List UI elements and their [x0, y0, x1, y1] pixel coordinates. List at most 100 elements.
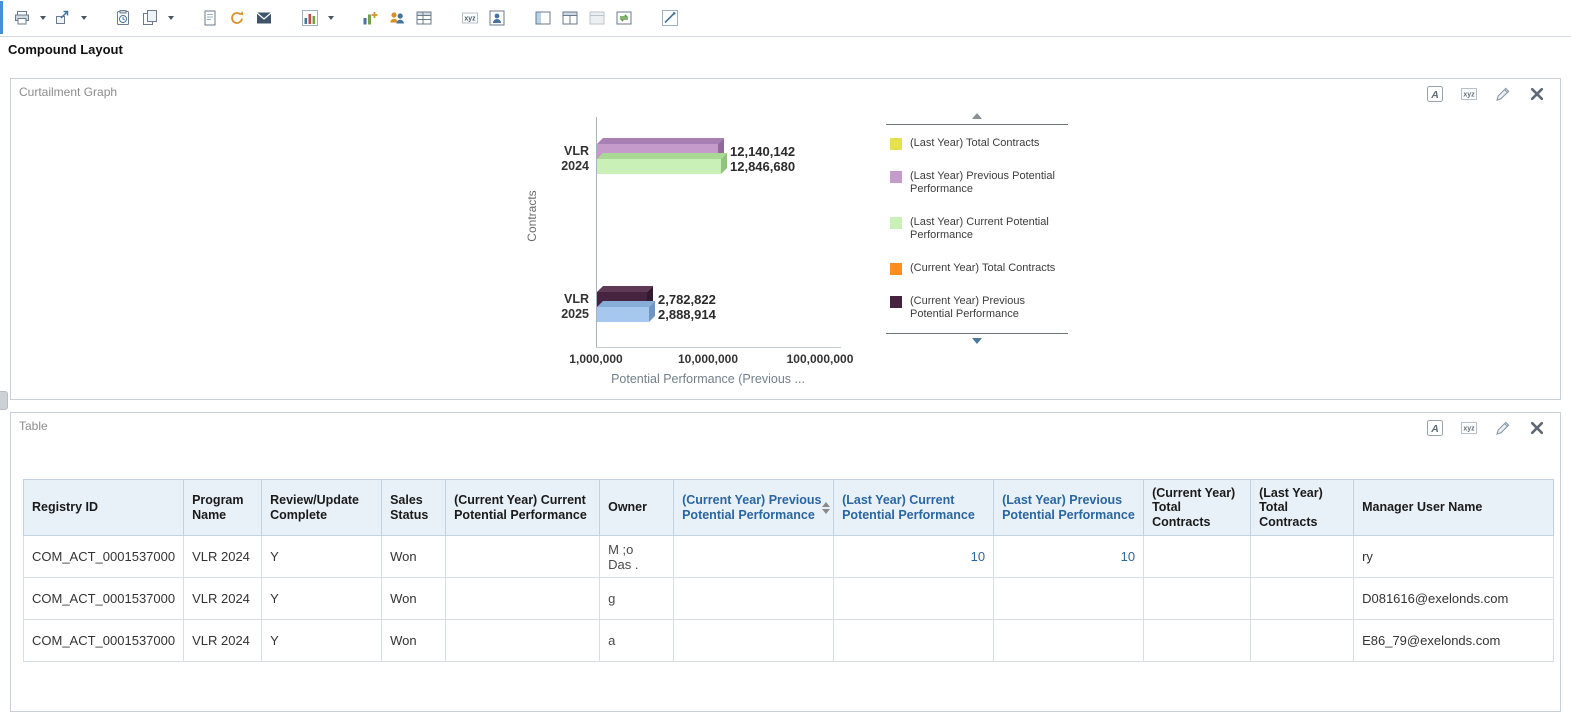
toolbar-group-gap	[514, 8, 526, 28]
refresh-icon[interactable]	[227, 8, 247, 28]
legend-item: (Last Year) Current Potential Performanc…	[890, 216, 1068, 242]
remove-view-icon[interactable]	[1528, 419, 1546, 437]
results-table: Registry ID Program Name Review/Update Com…	[22, 478, 1555, 663]
cell: M ;o Das .	[599, 535, 675, 579]
view-properties-xyz-icon[interactable]: xyz	[1460, 419, 1478, 437]
legend-swatch	[890, 171, 902, 183]
curtailment-graph-panel: Curtailment Graph Axyz Contracts VLR 202…	[10, 78, 1561, 400]
pane-splitter-handle[interactable]	[0, 391, 8, 410]
duplicate-layout-icon[interactable]	[560, 8, 580, 28]
schedule-icon[interactable]	[113, 8, 133, 28]
toolbar-group-gap	[181, 8, 193, 28]
format-container-icon[interactable]: A	[1426, 85, 1444, 103]
cell: D081616@exelonds.com	[1353, 577, 1555, 621]
column-header-label: (Current Year) Previous Potential Perfor…	[682, 493, 822, 522]
print-dropdown-caret[interactable]	[40, 16, 46, 20]
table-header-row: Registry ID Program Name Review/Update Com…	[22, 478, 1555, 537]
column-header: (Current Year) Total Contracts	[1143, 478, 1252, 537]
new-group-icon[interactable]	[387, 8, 407, 28]
cell	[1143, 577, 1252, 621]
legend-item: (Current Year) Previous Potential Perfor…	[890, 295, 1068, 321]
legend-swatch	[890, 138, 902, 150]
column-header[interactable]: (Current Year) Previous Potential Perfor…	[673, 478, 835, 537]
cell: VLR 2024	[183, 619, 263, 663]
print-icon[interactable]	[12, 8, 32, 28]
legend-scroll-down-icon[interactable]	[972, 337, 982, 344]
bar-chart: Contracts VLR 2024 VLR 2025 12,140,142 12,…	[511, 109, 1111, 394]
copy-icon[interactable]	[140, 8, 160, 28]
view-properties-xyz-icon[interactable]: xyz	[1460, 85, 1478, 103]
cell	[993, 577, 1145, 621]
cell	[833, 577, 995, 621]
layout-disabled-icon[interactable]	[587, 8, 607, 28]
legend-swatch	[890, 295, 902, 308]
legend-label: (Last Year) Total Contracts	[910, 137, 1040, 149]
column-header-label: Review/Update Complete	[270, 493, 360, 522]
new-view-icon[interactable]	[300, 8, 320, 28]
bar-top-face	[597, 138, 724, 144]
export-icon[interactable]	[53, 8, 73, 28]
column-header[interactable]: (Last Year) Previous Potential Performan…	[993, 478, 1145, 537]
column-header: Review/Update Complete	[261, 478, 383, 537]
show-filters-pane-icon[interactable]	[533, 8, 553, 28]
cell	[1250, 535, 1355, 579]
remove-view-icon[interactable]	[1528, 85, 1546, 103]
bar-value-label: 2,888,914	[658, 307, 716, 322]
svg-text:A: A	[1430, 89, 1439, 101]
table-panel-icons: Axyz	[1426, 419, 1546, 437]
bar-value-label: 12,846,680	[730, 159, 796, 174]
edit-chart-icon[interactable]	[660, 8, 680, 28]
legend-scroll-up-icon[interactable]	[972, 113, 982, 119]
cell	[993, 619, 1145, 663]
cell	[445, 619, 601, 663]
category-label: VLR 2025	[561, 292, 589, 321]
print-preview-icon[interactable]	[200, 8, 220, 28]
column-header-label: (Last Year) Previous Potential Performan…	[1002, 493, 1135, 522]
format-container-icon[interactable]: A	[1426, 419, 1444, 437]
legend-bottom-divider	[886, 332, 1068, 334]
x-tick-label: 10,000,000	[677, 352, 739, 366]
edit-view-icon[interactable]	[1494, 85, 1512, 103]
bar-top-face	[597, 286, 653, 292]
export-dropdown-caret[interactable]	[81, 16, 87, 20]
cell	[1143, 619, 1252, 663]
chart-bar[interactable]	[597, 153, 727, 174]
new-calculated-measure-icon[interactable]	[360, 8, 380, 28]
copy-dropdown-caret[interactable]	[168, 16, 174, 20]
cell	[1250, 577, 1355, 621]
svg-text:xyz: xyz	[464, 16, 476, 23]
cell: a	[599, 619, 675, 663]
new-calculated-item-icon[interactable]	[414, 8, 434, 28]
toolbar-icon-strip: xyz	[0, 8, 680, 28]
cell[interactable]: 10	[993, 535, 1145, 579]
table-row: COM_ACT_0001537000 VLR 2024 Y Won g D081616@e…	[22, 577, 1555, 621]
cell: Won	[381, 619, 447, 663]
email-icon[interactable]	[254, 8, 274, 28]
cell: COM_ACT_0001537000	[22, 577, 185, 621]
y-axis-title: Contracts	[525, 190, 539, 242]
x-tick-label: 100,000,000	[786, 352, 854, 366]
new-view-dropdown-caret[interactable]	[328, 16, 334, 20]
legend-item: (Last Year) Total Contracts	[890, 137, 1068, 150]
view-properties-icon[interactable]	[487, 8, 507, 28]
results-table-wrap: Registry ID Program Name Review/Update Com…	[22, 478, 1555, 663]
cell[interactable]: 10	[833, 535, 995, 579]
swap-panes-icon[interactable]	[614, 8, 634, 28]
sort-icon[interactable]	[822, 501, 831, 514]
rename-icon[interactable]: xyz	[460, 8, 480, 28]
column-header: Sales Status	[381, 478, 447, 537]
column-header-label: Registry ID	[32, 500, 98, 515]
edit-view-icon[interactable]	[1494, 419, 1512, 437]
column-header[interactable]: (Last Year) Current Potential Performanc…	[833, 478, 995, 537]
bar-top-face	[597, 301, 655, 307]
chart-bar[interactable]	[597, 301, 655, 322]
column-header: Program Name	[183, 478, 263, 537]
column-header: (Current Year) Current Potential Perform…	[445, 478, 601, 537]
toolbar-group-gap	[341, 8, 353, 28]
toolbar-group-gap	[441, 8, 453, 28]
cell	[673, 535, 835, 579]
table-row: COM_ACT_0001537000 VLR 2024 Y Won M ;o Das .…	[22, 535, 1555, 579]
toolbar-group-gap	[281, 8, 293, 28]
cell: g	[599, 577, 675, 621]
cell: ry	[1353, 535, 1555, 579]
